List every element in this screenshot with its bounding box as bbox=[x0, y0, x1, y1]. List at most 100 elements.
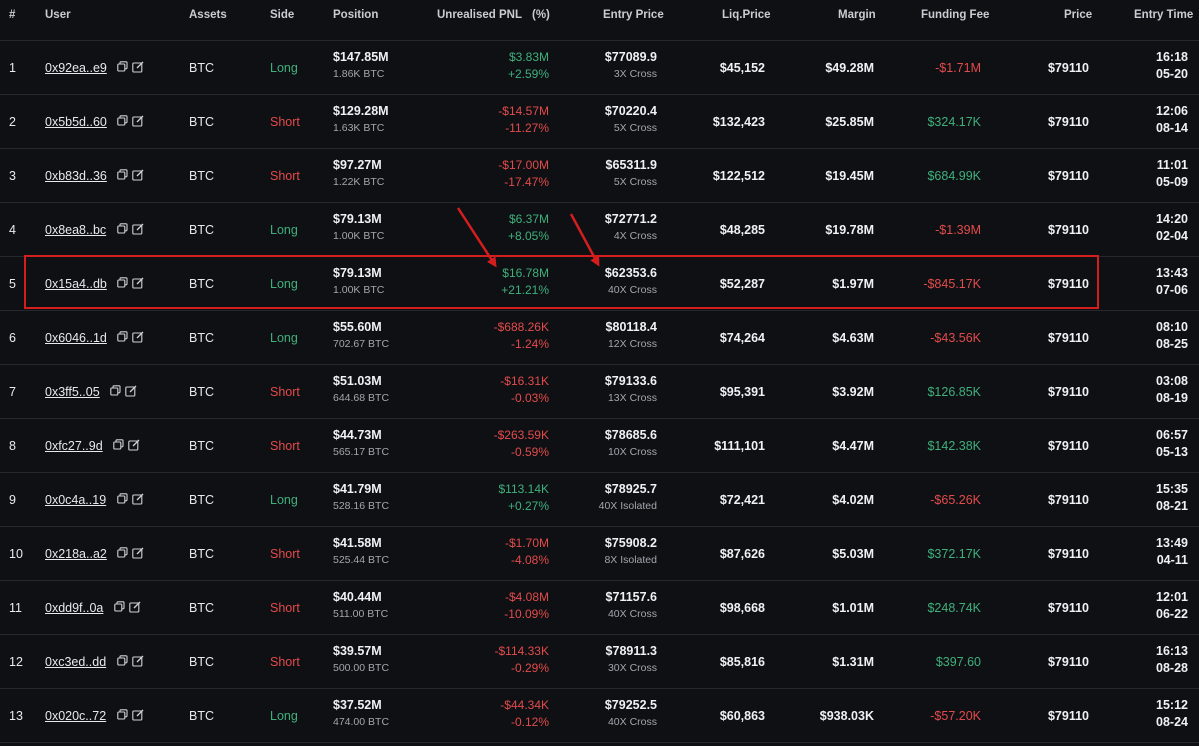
header-unrealised-pnl[interactable]: Unrealised PNL bbox=[437, 9, 522, 21]
header-funding-fee[interactable]: Funding Fee bbox=[921, 9, 989, 21]
copy-icon[interactable] bbox=[110, 385, 121, 397]
table-row[interactable]: 11 0xdd9f..0a BTC Short $40.44M 511.00 B… bbox=[0, 581, 1199, 635]
edit-icon[interactable] bbox=[132, 277, 144, 289]
entry-price: $75908.2 bbox=[604, 536, 657, 550]
copy-icon[interactable] bbox=[117, 331, 128, 343]
copy-icon[interactable] bbox=[113, 439, 124, 451]
user-address-link[interactable]: 0x020c..72 bbox=[45, 709, 106, 723]
copy-icon[interactable] bbox=[117, 169, 128, 181]
liq-price: $87,626 bbox=[719, 546, 765, 561]
pnl-percent: +21.21% bbox=[501, 283, 549, 297]
unrealised-pnl: $3.83M bbox=[508, 50, 549, 64]
edit-icon[interactable] bbox=[132, 331, 144, 343]
user-address-link[interactable]: 0x6046..1d bbox=[45, 331, 107, 345]
user-address-link[interactable]: 0x0c4a..19 bbox=[45, 493, 106, 507]
user-cell: 0xc3ed..dd bbox=[45, 653, 144, 671]
table-row[interactable]: 6 0x6046..1d BTC Long $55.60M 702.67 BTC… bbox=[0, 311, 1199, 365]
user-address-link[interactable]: 0xdd9f..0a bbox=[45, 601, 103, 615]
position-value: $41.58M bbox=[333, 536, 382, 550]
table-row[interactable]: 3 0xb83d..36 BTC Short $97.27M 1.22K BTC… bbox=[0, 149, 1199, 203]
header-liq-price[interactable]: Liq.Price bbox=[722, 9, 771, 21]
side: Long bbox=[270, 60, 298, 75]
edit-icon[interactable] bbox=[131, 655, 144, 667]
pnl-cell: -$44.34K -0.12% bbox=[500, 697, 549, 731]
table-row[interactable]: 4 0x8ea8..bc BTC Long $79.13M 1.00K BTC … bbox=[0, 203, 1199, 257]
edit-icon[interactable] bbox=[132, 169, 144, 181]
asset: BTC bbox=[189, 492, 214, 507]
entry-cell: $80118.4 12X Cross bbox=[606, 319, 657, 353]
user-address-link[interactable]: 0x15a4..db bbox=[45, 277, 107, 291]
copy-icon[interactable] bbox=[116, 655, 128, 667]
row-rank: 4 bbox=[9, 222, 16, 237]
leverage: 8X Isolated bbox=[604, 554, 657, 566]
copy-icon[interactable] bbox=[117, 277, 128, 289]
copy-icon[interactable] bbox=[116, 709, 128, 721]
user-address-link[interactable]: 0x3ff5..05 bbox=[45, 385, 100, 399]
side: Short bbox=[270, 114, 300, 129]
asset: BTC bbox=[189, 438, 214, 453]
side: Long bbox=[270, 222, 298, 237]
entry-cell: $70220.4 5X Cross bbox=[605, 103, 657, 137]
edit-icon[interactable] bbox=[132, 61, 144, 73]
copy-icon[interactable] bbox=[116, 493, 128, 505]
user-cell: 0x15a4..db bbox=[45, 275, 144, 293]
entry-date: 08-19 bbox=[1156, 391, 1188, 405]
header-user[interactable]: User bbox=[45, 9, 71, 21]
position-btc: 1.22K BTC bbox=[333, 176, 385, 188]
user-address-link[interactable]: 0xc3ed..dd bbox=[45, 655, 106, 669]
user-address-link[interactable]: 0x5b5d..60 bbox=[45, 115, 107, 129]
header-assets[interactable]: Assets bbox=[189, 9, 227, 21]
unrealised-pnl: -$14.57M bbox=[498, 104, 549, 118]
copy-icon[interactable] bbox=[116, 223, 128, 235]
table-row[interactable]: 9 0x0c4a..19 BTC Long $41.79M 528.16 BTC… bbox=[0, 473, 1199, 527]
edit-icon[interactable] bbox=[131, 709, 144, 721]
header-position[interactable]: Position bbox=[333, 9, 378, 21]
header-price[interactable]: Price bbox=[1064, 9, 1092, 21]
header-side[interactable]: Side bbox=[270, 9, 294, 21]
leverage: 40X Cross bbox=[607, 284, 657, 296]
unrealised-pnl: -$44.34K bbox=[500, 698, 549, 712]
edit-icon[interactable] bbox=[131, 223, 144, 235]
funding-fee: -$57.20K bbox=[930, 708, 981, 723]
table-row[interactable]: 10 0x218a..a2 BTC Short $41.58M 525.44 B… bbox=[0, 527, 1199, 581]
edit-icon[interactable] bbox=[129, 601, 141, 613]
edit-icon[interactable] bbox=[132, 115, 144, 127]
user-address-link[interactable]: 0xfc27..9d bbox=[45, 439, 103, 453]
copy-icon[interactable] bbox=[117, 115, 128, 127]
copy-icon[interactable] bbox=[114, 601, 125, 613]
header-margin[interactable]: Margin bbox=[838, 9, 876, 21]
edit-icon[interactable] bbox=[125, 385, 137, 397]
header-entry-time[interactable]: Entry Time bbox=[1134, 9, 1193, 21]
table-row[interactable]: 1 0x92ea..e9 BTC Long $147.85M 1.86K BTC… bbox=[0, 41, 1199, 95]
entry-time: 16:13 bbox=[1156, 644, 1188, 658]
table-row[interactable]: 8 0xfc27..9d BTC Short $44.73M 565.17 BT… bbox=[0, 419, 1199, 473]
copy-icon[interactable] bbox=[117, 61, 128, 73]
user-address-link[interactable]: 0x8ea8..bc bbox=[45, 223, 106, 237]
entry-time-cell: 12:01 06-22 bbox=[1156, 589, 1188, 623]
user-cell: 0xb83d..36 bbox=[45, 167, 144, 185]
entry-price: $71157.6 bbox=[605, 590, 657, 604]
table-row[interactable]: 2 0x5b5d..60 BTC Short $129.28M 1.63K BT… bbox=[0, 95, 1199, 149]
header-pnl-percent[interactable]: (%) bbox=[532, 9, 550, 21]
user-address-link[interactable]: 0x92ea..e9 bbox=[45, 61, 107, 75]
edit-icon[interactable] bbox=[131, 493, 144, 505]
header-entry-price[interactable]: Entry Price bbox=[603, 9, 664, 21]
pnl-percent: +0.27% bbox=[507, 499, 549, 513]
edit-icon[interactable] bbox=[132, 547, 144, 559]
scrollbar[interactable] bbox=[1195, 0, 1199, 746]
table-row[interactable]: 7 0x3ff5..05 BTC Short $51.03M 644.68 BT… bbox=[0, 365, 1199, 419]
table-row[interactable]: 13 0x020c..72 BTC Long $37.52M 474.00 BT… bbox=[0, 689, 1199, 743]
table-row[interactable]: 12 0xc3ed..dd BTC Short $39.57M 500.00 B… bbox=[0, 635, 1199, 689]
edit-icon[interactable] bbox=[128, 439, 140, 451]
position-value: $51.03M bbox=[333, 374, 382, 388]
copy-icon[interactable] bbox=[117, 547, 128, 559]
position-cell: $55.60M 702.67 BTC bbox=[333, 319, 389, 353]
table-row[interactable]: 5 0x15a4..db BTC Long $79.13M 1.00K BTC … bbox=[0, 257, 1199, 311]
leverage: 5X Cross bbox=[613, 122, 657, 134]
entry-time-cell: 13:49 04-11 bbox=[1156, 535, 1188, 569]
position-cell: $41.79M 528.16 BTC bbox=[333, 481, 389, 515]
liq-price: $111,101 bbox=[714, 438, 765, 453]
user-address-link[interactable]: 0xb83d..36 bbox=[45, 169, 107, 183]
liq-price: $72,421 bbox=[719, 492, 765, 507]
user-address-link[interactable]: 0x218a..a2 bbox=[45, 547, 107, 561]
